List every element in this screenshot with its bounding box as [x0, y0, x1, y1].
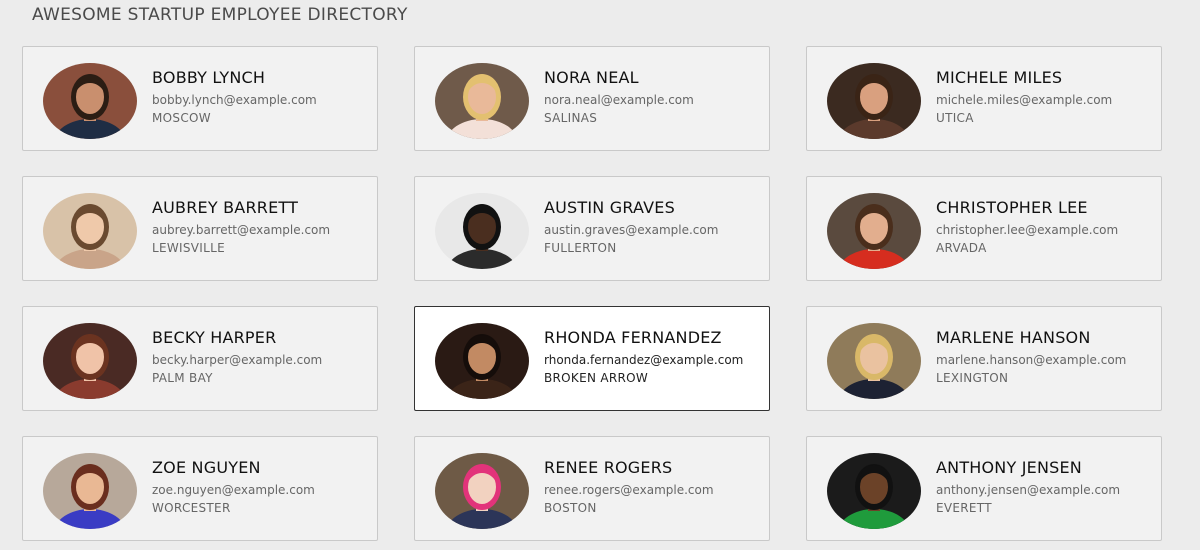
- directory-page: AWESOME STARTUP EMPLOYEE DIRECTORY BOBBY…: [0, 0, 1200, 550]
- employee-card[interactable]: MARLENE HANSON marlene.hanson@example.co…: [806, 306, 1162, 411]
- employee-email: rhonda.fernandez@example.com: [544, 353, 744, 367]
- employee-email: anthony.jensen@example.com: [936, 483, 1121, 497]
- employee-card[interactable]: MICHELE MILES michele.miles@example.com …: [806, 46, 1162, 151]
- avatar: [827, 453, 921, 529]
- employee-info: ANTHONY JENSEN anthony.jensen@example.co…: [936, 458, 1158, 516]
- employee-photo: [435, 323, 529, 399]
- avatar: [43, 63, 137, 139]
- employee-card[interactable]: NORA NEAL nora.neal@example.com SALINAS: [414, 46, 770, 151]
- employee-photo: [435, 63, 529, 139]
- employee-city: LEXINGTON: [936, 371, 1009, 385]
- employee-city: UTICA: [936, 111, 974, 125]
- employee-info: BOBBY LYNCH bobby.lynch@example.com MOSC…: [152, 68, 374, 126]
- employee-grid: BOBBY LYNCH bobby.lynch@example.com MOSC…: [22, 46, 1162, 541]
- employee-name: RENEE ROGERS: [544, 458, 673, 477]
- employee-photo: [827, 453, 921, 529]
- employee-name: CHRISTOPHER LEE: [936, 198, 1088, 217]
- employee-card[interactable]: RHONDA FERNANDEZ rhonda.fernandez@exampl…: [414, 306, 770, 411]
- employee-info: RENEE ROGERS renee.rogers@example.com BO…: [544, 458, 766, 516]
- employee-card[interactable]: ZOE NGUYEN zoe.nguyen@example.com WORCES…: [22, 436, 378, 541]
- employee-email: aubrey.barrett@example.com: [152, 223, 331, 237]
- employee-info: AUSTIN GRAVES austin.graves@example.com …: [544, 198, 766, 256]
- avatar: [435, 193, 529, 269]
- employee-card[interactable]: BECKY HARPER becky.harper@example.com PA…: [22, 306, 378, 411]
- employee-photo: [435, 453, 529, 529]
- employee-email: marlene.hanson@example.com: [936, 353, 1127, 367]
- employee-email: michele.miles@example.com: [936, 93, 1113, 107]
- employee-photo: [43, 453, 137, 529]
- avatar: [827, 63, 921, 139]
- employee-name: MARLENE HANSON: [936, 328, 1091, 347]
- employee-email: christopher.lee@example.com: [936, 223, 1119, 237]
- employee-card[interactable]: AUBREY BARRETT aubrey.barrett@example.co…: [22, 176, 378, 281]
- employee-city: FULLERTON: [544, 241, 617, 255]
- employee-city: PALM BAY: [152, 371, 213, 385]
- employee-info: BECKY HARPER becky.harper@example.com PA…: [152, 328, 374, 386]
- employee-photo: [827, 193, 921, 269]
- employee-name: MICHELE MILES: [936, 68, 1063, 87]
- employee-city: BOSTON: [544, 501, 597, 515]
- avatar: [435, 323, 529, 399]
- employee-card[interactable]: RENEE ROGERS renee.rogers@example.com BO…: [414, 436, 770, 541]
- employee-email: austin.graves@example.com: [544, 223, 719, 237]
- employee-name: ANTHONY JENSEN: [936, 458, 1082, 477]
- employee-city: BROKEN ARROW: [544, 371, 649, 385]
- employee-city: EVERETT: [936, 501, 992, 515]
- employee-photo: [43, 63, 137, 139]
- avatar: [827, 193, 921, 269]
- employee-info: CHRISTOPHER LEE christopher.lee@example.…: [936, 198, 1158, 256]
- employee-name: ZOE NGUYEN: [152, 458, 261, 477]
- employee-name: BOBBY LYNCH: [152, 68, 266, 87]
- employee-card[interactable]: BOBBY LYNCH bobby.lynch@example.com MOSC…: [22, 46, 378, 151]
- employee-photo: [43, 193, 137, 269]
- employee-photo: [435, 193, 529, 269]
- employee-email: becky.harper@example.com: [152, 353, 323, 367]
- employee-name: AUBREY BARRETT: [152, 198, 299, 217]
- employee-city: MOSCOW: [152, 111, 211, 125]
- page-title: AWESOME STARTUP EMPLOYEE DIRECTORY: [32, 5, 408, 25]
- employee-city: SALINAS: [544, 111, 598, 125]
- employee-email: renee.rogers@example.com: [544, 483, 714, 497]
- employee-photo: [827, 63, 921, 139]
- avatar: [43, 193, 137, 269]
- avatar: [435, 63, 529, 139]
- employee-info: MARLENE HANSON marlene.hanson@example.co…: [936, 328, 1158, 386]
- employee-city: ARVADA: [936, 241, 987, 255]
- employee-info: RHONDA FERNANDEZ rhonda.fernandez@exampl…: [544, 328, 766, 386]
- avatar: [43, 323, 137, 399]
- employee-photo: [827, 323, 921, 399]
- employee-name: BECKY HARPER: [152, 328, 277, 347]
- employee-city: WORCESTER: [152, 501, 231, 515]
- employee-card[interactable]: AUSTIN GRAVES austin.graves@example.com …: [414, 176, 770, 281]
- employee-info: NORA NEAL nora.neal@example.com SALINAS: [544, 68, 766, 126]
- employee-photo: [43, 323, 137, 399]
- employee-email: zoe.nguyen@example.com: [152, 483, 315, 497]
- employee-name: AUSTIN GRAVES: [544, 198, 675, 217]
- avatar: [827, 323, 921, 399]
- employee-info: ZOE NGUYEN zoe.nguyen@example.com WORCES…: [152, 458, 374, 516]
- employee-info: AUBREY BARRETT aubrey.barrett@example.co…: [152, 198, 374, 256]
- employee-name: RHONDA FERNANDEZ: [544, 328, 722, 347]
- employee-email: bobby.lynch@example.com: [152, 93, 317, 107]
- avatar: [435, 453, 529, 529]
- employee-email: nora.neal@example.com: [544, 93, 694, 107]
- employee-card[interactable]: ANTHONY JENSEN anthony.jensen@example.co…: [806, 436, 1162, 541]
- employee-card[interactable]: CHRISTOPHER LEE christopher.lee@example.…: [806, 176, 1162, 281]
- employee-name: NORA NEAL: [544, 68, 639, 87]
- avatar: [43, 453, 137, 529]
- employee-info: MICHELE MILES michele.miles@example.com …: [936, 68, 1158, 126]
- employee-city: LEWISVILLE: [152, 241, 225, 255]
